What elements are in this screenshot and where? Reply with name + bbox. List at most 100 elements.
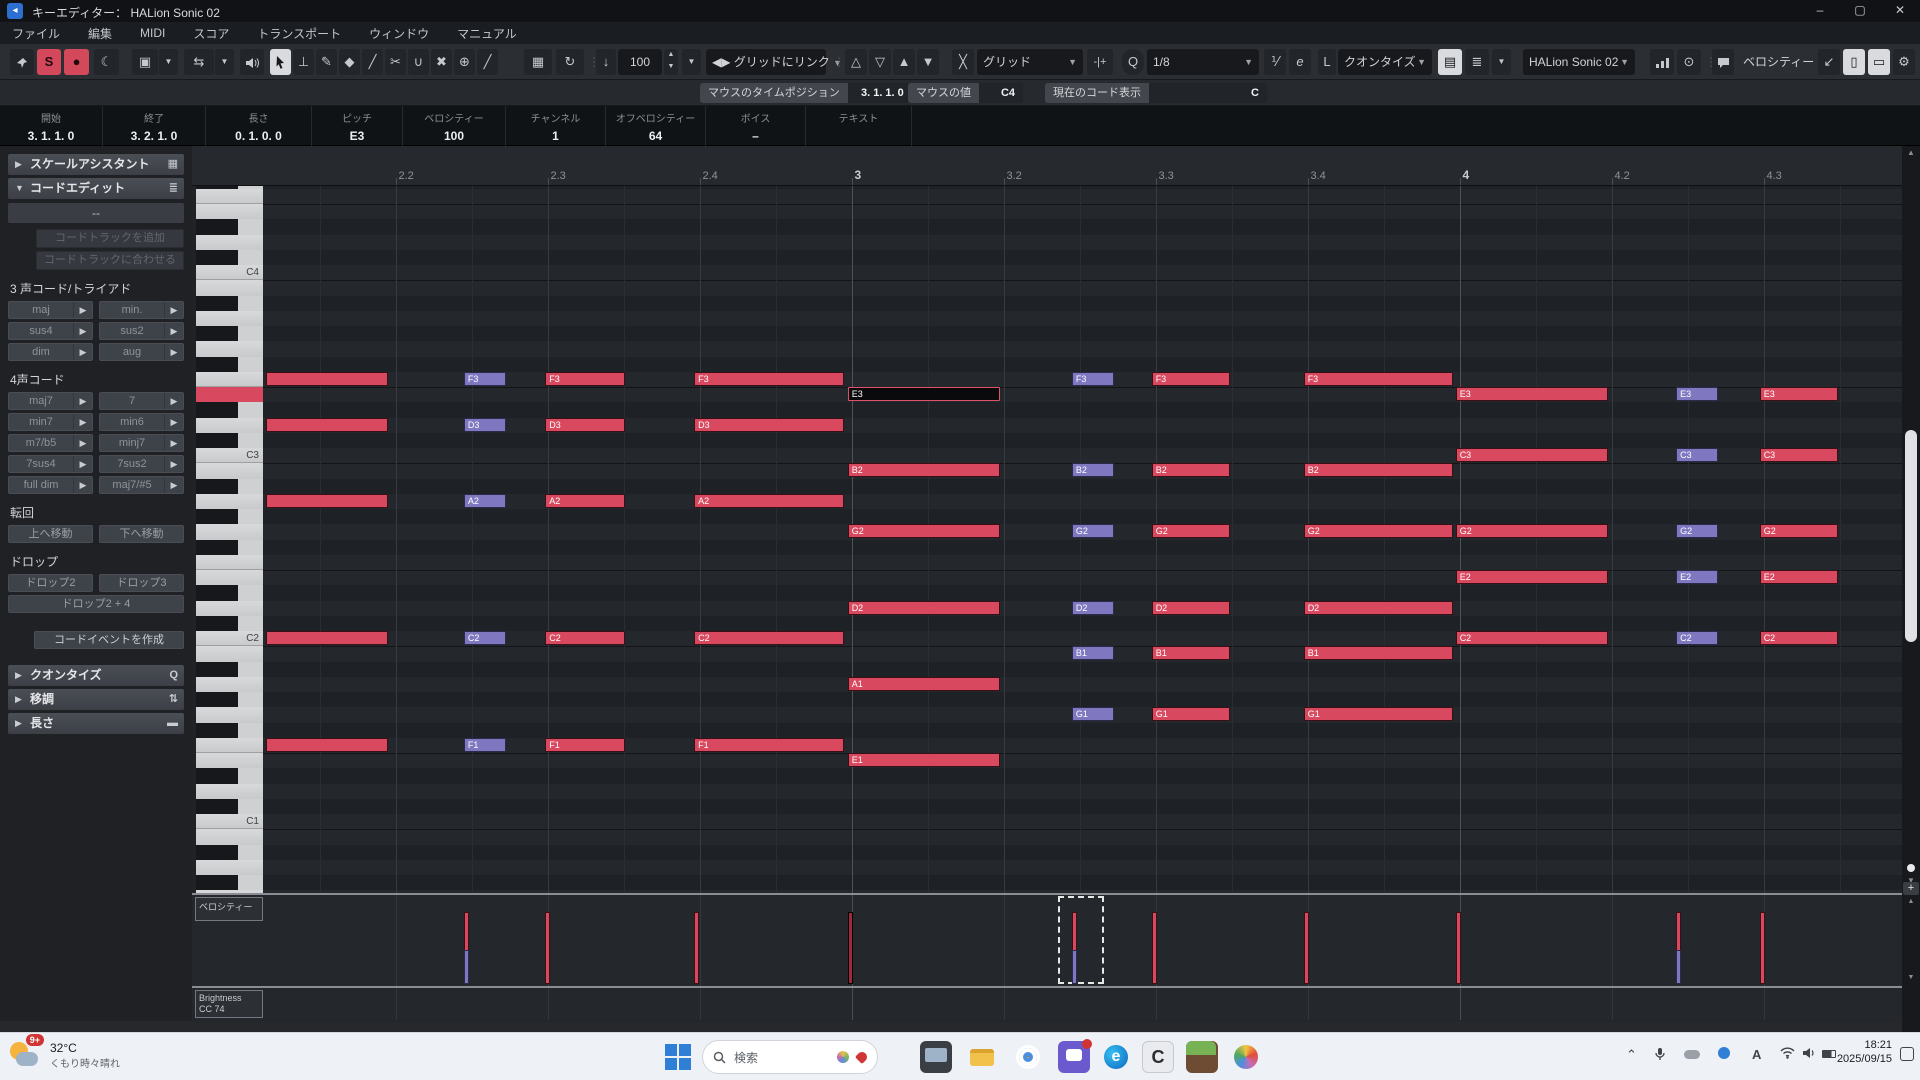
- white-key-G2[interactable]: [196, 524, 263, 539]
- midi-note-E2[interactable]: E2: [1760, 570, 1838, 584]
- midi-note-A2[interactable]: [266, 494, 388, 508]
- info-field-0[interactable]: 開始3. 1. 1. 0: [0, 106, 103, 146]
- cloud-icon[interactable]: [1684, 1047, 1700, 1059]
- chord-play-icon[interactable]: ▶: [165, 456, 183, 472]
- midi-note-A1[interactable]: A1: [848, 677, 1000, 691]
- create-chord-event-button[interactable]: コードイベントを作成: [34, 631, 184, 649]
- iterative-quantize-icon[interactable]: ⅟: [1264, 49, 1286, 75]
- taskbar-app-file-explorer[interactable]: [966, 1041, 998, 1073]
- info-field-7[interactable]: ボイス–: [706, 106, 806, 146]
- acoustic-audition-icon[interactable]: [240, 49, 264, 75]
- inversion-up-button[interactable]: 上へ移動: [8, 525, 93, 543]
- midi-note-C2[interactable]: [266, 631, 388, 645]
- taskbar-app-desktop[interactable]: [920, 1041, 952, 1073]
- record-icon[interactable]: ●: [64, 49, 89, 75]
- chord-button-aug[interactable]: aug▶: [99, 343, 184, 361]
- black-key-A#3[interactable]: [196, 296, 263, 311]
- lane-scroll-up-icon[interactable]: ▲: [1902, 898, 1920, 905]
- part-editing-mode-icon[interactable]: ≣: [1465, 49, 1489, 75]
- velocity-bar-purple[interactable]: [1072, 950, 1077, 984]
- trim-tool-icon[interactable]: ⊥: [293, 49, 314, 75]
- white-key-F3[interactable]: [196, 372, 263, 387]
- midi-note-C2[interactable]: C2: [694, 631, 844, 645]
- midi-note-D3[interactable]: D3: [694, 418, 844, 432]
- black-key-D#3[interactable]: [196, 402, 263, 417]
- taskbar-app-cubase[interactable]: C: [1142, 1041, 1174, 1073]
- midi-note-B1[interactable]: B1: [1304, 646, 1454, 660]
- minimize-button[interactable]: –: [1800, 0, 1840, 22]
- output-track-dropdown[interactable]: HALion Sonic 02 ▼: [1523, 49, 1635, 75]
- taskbar-app-browser[interactable]: [1230, 1041, 1262, 1073]
- show-parts-icon[interactable]: ▤: [1438, 49, 1462, 75]
- vertical-scrollbar[interactable]: ▲ ▼ + ▲ ▼: [1902, 146, 1920, 1032]
- wifi-icon[interactable]: [1780, 1047, 1795, 1062]
- length-quantize-dropdown[interactable]: クオンタイズ ▼: [1338, 49, 1432, 75]
- midi-note-A2[interactable]: A2: [464, 494, 506, 508]
- drop2-button[interactable]: ドロップ2: [8, 574, 93, 592]
- chord-button-7sus2[interactable]: 7sus2▶: [99, 455, 184, 473]
- snap-type-dropdown[interactable]: グリッド ▼: [977, 49, 1083, 75]
- midi-note-F1[interactable]: F1: [694, 738, 844, 752]
- inversion-down-button[interactable]: 下へ移動: [99, 525, 184, 543]
- draw-tool-icon[interactable]: ✎: [316, 49, 337, 75]
- grid-link-dropdown[interactable]: ◀▶ グリッドにリンク ▼: [706, 49, 826, 75]
- midi-note-G2[interactable]: G2: [1152, 524, 1230, 538]
- black-key-A#2[interactable]: [196, 479, 263, 494]
- chord-button-min7[interactable]: min7▶: [8, 413, 93, 431]
- black-key-A#1[interactable]: [196, 662, 263, 677]
- midi-note-F3[interactable]: [266, 372, 388, 386]
- add-lane-plus-icon[interactable]: +: [1903, 882, 1919, 895]
- maximize-button[interactable]: ▢: [1840, 0, 1880, 22]
- midi-note-G2[interactable]: G2: [848, 524, 1000, 538]
- info-field-4[interactable]: ベロシティー100: [403, 106, 506, 146]
- quantize-panel-icon[interactable]: e: [1289, 49, 1311, 75]
- midi-note-C3[interactable]: C3: [1676, 448, 1718, 462]
- black-key-D#2[interactable]: [196, 585, 263, 600]
- black-key-F#3[interactable]: [196, 357, 263, 372]
- grid-plusminus-icon[interactable]: -|+: [1087, 49, 1113, 75]
- close-button[interactable]: ✕: [1880, 0, 1920, 22]
- chord-button-minj7[interactable]: minj7▶: [99, 434, 184, 452]
- pin-icon[interactable]: [10, 49, 34, 75]
- midi-note-F3[interactable]: F3: [1304, 372, 1454, 386]
- midi-note-E3[interactable]: E3: [848, 387, 1000, 401]
- chord-play-icon[interactable]: ▶: [165, 344, 183, 360]
- midi-note-G2[interactable]: G2: [1304, 524, 1454, 538]
- info-field-6[interactable]: オフベロシティー64: [606, 106, 706, 146]
- white-key-G1[interactable]: [196, 707, 263, 722]
- midi-note-G1[interactable]: G1: [1152, 707, 1230, 721]
- velocity-bar-purple[interactable]: [464, 950, 469, 984]
- midi-note-C3[interactable]: C3: [1456, 448, 1608, 462]
- insert-velocity-value[interactable]: 100: [618, 49, 662, 75]
- search-input[interactable]: 検索: [702, 1040, 878, 1074]
- chord-button-7sus4[interactable]: 7sus4▶: [8, 455, 93, 473]
- midi-note-B2[interactable]: B2: [848, 463, 1000, 477]
- taskbar-app-edge[interactable]: e: [1100, 1041, 1132, 1073]
- velocity-bar-red[interactable]: [1152, 912, 1157, 984]
- start-button[interactable]: [662, 1041, 694, 1073]
- midi-note-F1[interactable]: F1: [545, 738, 625, 752]
- select-tool-icon[interactable]: [270, 49, 291, 75]
- menu-file[interactable]: ファイル: [12, 25, 60, 42]
- white-key-C1[interactable]: C1: [196, 814, 263, 829]
- glue-tool-icon[interactable]: ∪: [408, 49, 429, 75]
- menu-edit[interactable]: 編集: [88, 25, 112, 42]
- ime-indicator[interactable]: A: [1752, 1047, 1761, 1062]
- midi-note-B1[interactable]: B1: [1152, 646, 1230, 660]
- midi-note-E1[interactable]: E1: [848, 753, 1000, 767]
- chord-play-icon[interactable]: ▶: [74, 323, 92, 339]
- midi-note-F1[interactable]: [266, 738, 388, 752]
- midi-note-G2[interactable]: G2: [1760, 524, 1838, 538]
- event-colors-dropdown[interactable]: ベロシティー: [1737, 49, 1815, 75]
- midi-note-D2[interactable]: D2: [1072, 601, 1114, 615]
- match-chord-track-button[interactable]: コードトラックに合わせる: [36, 251, 184, 270]
- chord-button-sus2[interactable]: sus2▶: [99, 322, 184, 340]
- drop24-button[interactable]: ドロップ2 + 4: [8, 595, 184, 613]
- chord-play-icon[interactable]: ▶: [165, 323, 183, 339]
- midi-note-D2[interactable]: D2: [1152, 601, 1230, 615]
- velocity-bar-red[interactable]: [848, 912, 853, 984]
- black-key-D#1[interactable]: [196, 768, 263, 783]
- chord-button-m7b5[interactable]: m7/b5▶: [8, 434, 93, 452]
- chord-play-icon[interactable]: ▶: [165, 477, 183, 493]
- info-field-5[interactable]: チャンネル1: [506, 106, 606, 146]
